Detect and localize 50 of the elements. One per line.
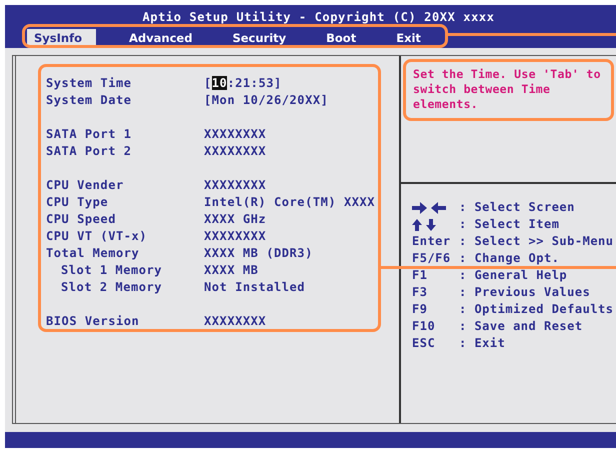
setting-label: CPU Type: [46, 194, 110, 211]
key-action: : Select Screen: [459, 199, 575, 216]
help-text: Set the Time. Use 'Tab' to switch between Time elements.: [413, 67, 602, 112]
setting-value: XXXX MB: [204, 262, 258, 279]
key-action: : Optimized Defaults: [459, 301, 614, 318]
setting-value: XXXX MB (DDR3): [204, 245, 313, 262]
key-action: : Previous Values: [459, 284, 590, 301]
key-label: F9: [412, 301, 428, 318]
setting-label: Slot 1 Memory: [60, 262, 164, 279]
key-label: Enter: [412, 233, 452, 250]
setting-value: [10:21:53]: [204, 75, 282, 92]
window-title: Aptio Setup Utility - Copyright (C) 20XX xxxx: [141, 9, 495, 25]
setting-label: CPU Vender: [46, 177, 125, 194]
setting-label: Slot 2 Memory: [60, 279, 164, 296]
setting-label: SATA Port 1: [46, 126, 133, 143]
setting-value: Not Installed: [204, 279, 306, 296]
key-label: ESC: [412, 335, 436, 352]
setting-label: System Time: [46, 75, 133, 92]
setting-value: XXXX GHz: [204, 211, 266, 228]
key-action: : Save and Reset: [459, 318, 583, 335]
up-arrow-icon: [412, 218, 422, 230]
key-action: : Select Item: [459, 216, 560, 233]
menu-tab[interactable]: Exit: [389, 29, 428, 47]
setting-value: XXXXXXXX: [204, 126, 266, 143]
setting-value: XXXXXXXX: [204, 228, 266, 245]
key-label: F1: [412, 267, 428, 284]
setting-label: BIOS Version: [46, 313, 140, 330]
right-arrow-icon: [412, 202, 427, 214]
menu-tab[interactable]: Boot: [319, 29, 364, 47]
setting-value: XXXXXXXX: [204, 143, 266, 160]
key-action: : Exit: [459, 335, 506, 352]
key-action: : Change Opt.: [459, 250, 560, 267]
setting-value: [Mon 10/26/20XX]: [204, 92, 328, 109]
left-arrow-icon: [431, 202, 446, 214]
setting-label: CPU VT (VT-x): [46, 228, 148, 245]
setting-label: Total Memory: [46, 245, 140, 262]
setting-label: System Date: [46, 92, 133, 109]
setting-value: Intel(R) Core(TM) XXXX: [204, 194, 376, 211]
menu-tab[interactable]: Security: [225, 29, 294, 47]
key-action: : General Help: [459, 267, 568, 284]
down-arrow-icon: [426, 218, 436, 230]
key-label: F10: [412, 318, 436, 335]
setting-value: XXXXXXXX: [204, 177, 266, 194]
setting-label: CPU Speed: [46, 211, 117, 228]
setting-value: XXXXXXXX: [204, 313, 266, 330]
setting-label: SATA Port 2: [46, 143, 133, 160]
key-label: F5/F6: [412, 250, 452, 267]
key-label: F3: [412, 284, 428, 301]
key-action: : Select >> Sub-Menu: [459, 233, 614, 250]
menu-tab[interactable]: Advanced: [122, 29, 200, 47]
